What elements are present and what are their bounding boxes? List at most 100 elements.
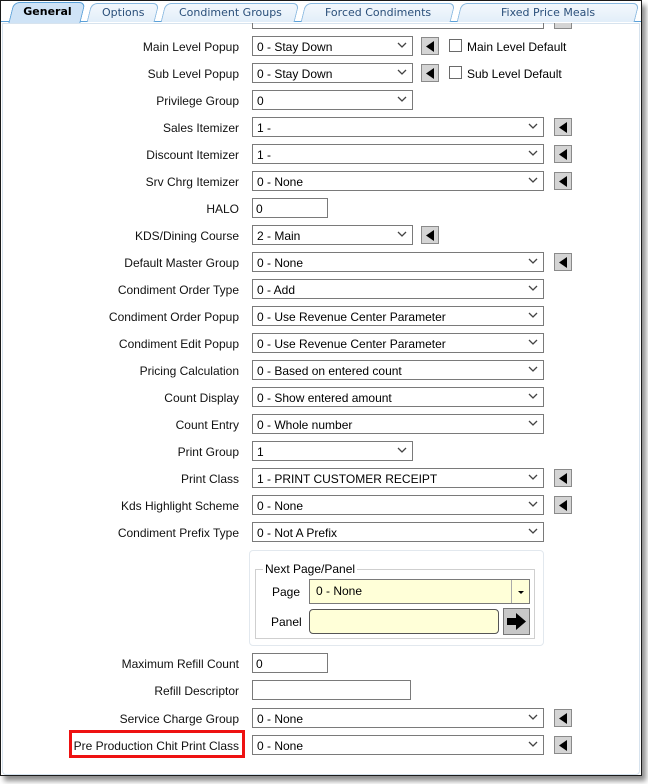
select-value: 0 - Use Revenue Center Parameter	[257, 337, 446, 351]
tab-label: Fixed Price Meals	[500, 6, 596, 19]
label: Maximum Refill Count	[121, 657, 239, 671]
main-level-default-checkbox[interactable]	[449, 39, 462, 52]
row-condiment-edit-popup: Condiment Edit Popup 0 - Use Revenue Cen…	[1, 333, 641, 355]
default-master-group-select[interactable]: 0 - None	[252, 252, 544, 272]
label: Refill Descriptor	[154, 684, 239, 698]
triangle-left-icon	[426, 68, 434, 79]
next-page-select[interactable]: 0 - None	[309, 579, 530, 604]
sub-level-popup-select[interactable]: 0 - Stay Down	[252, 63, 413, 83]
triangle-left-icon	[559, 473, 567, 484]
label: Count Display	[164, 391, 239, 405]
tab-label: Condiment Groups	[178, 6, 282, 19]
triangle-left-icon	[559, 149, 567, 160]
srv-chrg-itemizer-select[interactable]: 0 - None	[252, 171, 544, 191]
input-value: 0	[256, 657, 263, 671]
count-entry-select[interactable]: 0 - Whole number	[252, 414, 544, 434]
select-value: 0 - Use Revenue Center Parameter	[257, 310, 446, 324]
pre-production-chit-print-class-nav-button[interactable]	[554, 736, 572, 754]
print-class-select[interactable]: 1 - PRINT CUSTOMER RECEIPT	[252, 468, 544, 488]
row-condiment-order-type: Condiment Order Type 0 - Add	[1, 279, 641, 301]
select-value: 0 - Whole number	[257, 418, 353, 432]
kds-highlight-scheme-select[interactable]: 0 - None	[252, 495, 544, 515]
checkbox-label: Main Level Default	[467, 40, 567, 54]
main-level-popup-nav-button[interactable]	[421, 37, 439, 55]
go-to-panel-button[interactable]	[503, 608, 530, 635]
select-value: 1 -	[257, 148, 272, 162]
row-condiment-order-popup: Condiment Order Popup 0 - Use Revenue Ce…	[1, 306, 641, 328]
row-pricing-calculation: Pricing Calculation 0 - Based on entered…	[1, 360, 641, 382]
label: Discount Itemizer	[146, 148, 239, 162]
label: KDS/Dining Course	[134, 229, 239, 243]
tab-options[interactable]: Options	[86, 3, 160, 22]
sub-level-popup-nav-button[interactable]	[421, 64, 439, 82]
label: Service Charge Group	[119, 712, 239, 726]
discount-itemizer-select[interactable]: 1 -	[252, 144, 544, 164]
select-value: 0	[257, 94, 264, 108]
annotation-highlight-box	[69, 730, 245, 758]
refill-descriptor-input[interactable]	[252, 680, 411, 700]
discount-itemizer-nav-button[interactable]	[554, 145, 572, 163]
row-srv-chrg-itemizer: Srv Chrg Itemizer 0 - None	[1, 171, 641, 193]
srv-chrg-itemizer-nav-button[interactable]	[554, 172, 572, 190]
select-value: 1 - PRINT CUSTOMER RECEIPT	[257, 472, 438, 486]
label: Count Entry	[175, 418, 239, 432]
tab-general[interactable]: General	[8, 2, 86, 23]
select-value: 0 - None	[316, 584, 363, 598]
chevron-down-icon	[528, 150, 538, 156]
sub-level-default-checkbox[interactable]	[449, 66, 462, 79]
sales-itemizer-select[interactable]: 1 -	[252, 117, 544, 137]
tab-forced-condiments[interactable]: Forced Condiments	[300, 3, 456, 22]
row-sub-level-popup: Sub Level Popup 0 - Stay Down Sub Level …	[1, 63, 641, 85]
print-class-nav-button[interactable]	[554, 469, 572, 487]
pricing-calculation-select[interactable]: 0 - Based on entered count	[252, 360, 544, 380]
print-group-select[interactable]: 1	[252, 441, 413, 461]
select-value: 0 - Stay Down	[257, 40, 333, 54]
select-value: 0 - None	[257, 175, 304, 189]
row-default-master-group: Default Master Group 0 - None	[1, 252, 641, 274]
chevron-down-icon	[528, 177, 538, 183]
condiment-edit-popup-select[interactable]: 0 - Use Revenue Center Parameter	[252, 333, 544, 353]
row-refill-descriptor: Refill Descriptor	[1, 680, 641, 702]
triangle-left-icon	[559, 176, 567, 187]
chevron-down-icon	[397, 447, 407, 453]
next-panel-input[interactable]	[309, 609, 499, 634]
select-value: 0 - Based on entered count	[257, 364, 402, 378]
select-value: 2 - Main	[257, 229, 301, 243]
chevron-down-icon	[397, 69, 407, 75]
row-halo: HALO 0	[1, 198, 641, 220]
maximum-refill-count-input[interactable]: 0	[252, 653, 328, 673]
service-charge-group-select[interactable]: 0 - None	[252, 708, 544, 728]
chevron-down-icon	[528, 528, 538, 534]
default-master-group-nav-button[interactable]	[554, 253, 572, 271]
kds-dining-course-select[interactable]: 2 - Main	[252, 225, 413, 245]
main-level-popup-select[interactable]: 0 - Stay Down	[252, 36, 413, 56]
row-condiment-prefix-type: Condiment Prefix Type 0 - Not A Prefix	[1, 522, 641, 544]
row-main-level-popup: Main Level Popup 0 - Stay Down Main Leve…	[1, 36, 641, 58]
privilege-group-select[interactable]: 0	[252, 90, 413, 110]
select-value: 0 - Show entered amount	[257, 391, 392, 405]
item-properties-window: General Options Condiment Groups Forced …	[0, 0, 642, 776]
condiment-prefix-type-select[interactable]: 0 - Not A Prefix	[252, 522, 544, 542]
row-service-charge-group: Service Charge Group 0 - None	[1, 708, 641, 730]
label: Condiment Order Type	[117, 283, 239, 297]
label: Print Class	[180, 472, 239, 486]
input-value: 0	[256, 202, 263, 216]
dropdown-button[interactable]	[511, 580, 529, 603]
count-display-select[interactable]: 0 - Show entered amount	[252, 387, 544, 407]
kds-dining-course-nav-button[interactable]	[421, 226, 439, 244]
condiment-order-type-select[interactable]: 0 - Add	[252, 279, 544, 299]
service-charge-group-nav-button[interactable]	[554, 709, 572, 727]
select-value: 0 - None	[257, 499, 304, 513]
tab-condiment-groups[interactable]: Condiment Groups	[160, 3, 300, 22]
halo-input[interactable]: 0	[252, 198, 328, 218]
arrow-right-icon	[507, 613, 526, 630]
label: Condiment Order Popup	[108, 310, 239, 324]
row-print-class: Print Class 1 - PRINT CUSTOMER RECEIPT	[1, 468, 641, 490]
triangle-left-icon	[559, 257, 567, 268]
label: HALO	[206, 202, 239, 216]
sales-itemizer-nav-button[interactable]	[554, 118, 572, 136]
pre-production-chit-print-class-select[interactable]: 0 - None	[252, 735, 544, 755]
tab-fixed-price-meals[interactable]: Fixed Price Meals	[456, 3, 640, 22]
condiment-order-popup-select[interactable]: 0 - Use Revenue Center Parameter	[252, 306, 544, 326]
kds-highlight-scheme-nav-button[interactable]	[554, 496, 572, 514]
